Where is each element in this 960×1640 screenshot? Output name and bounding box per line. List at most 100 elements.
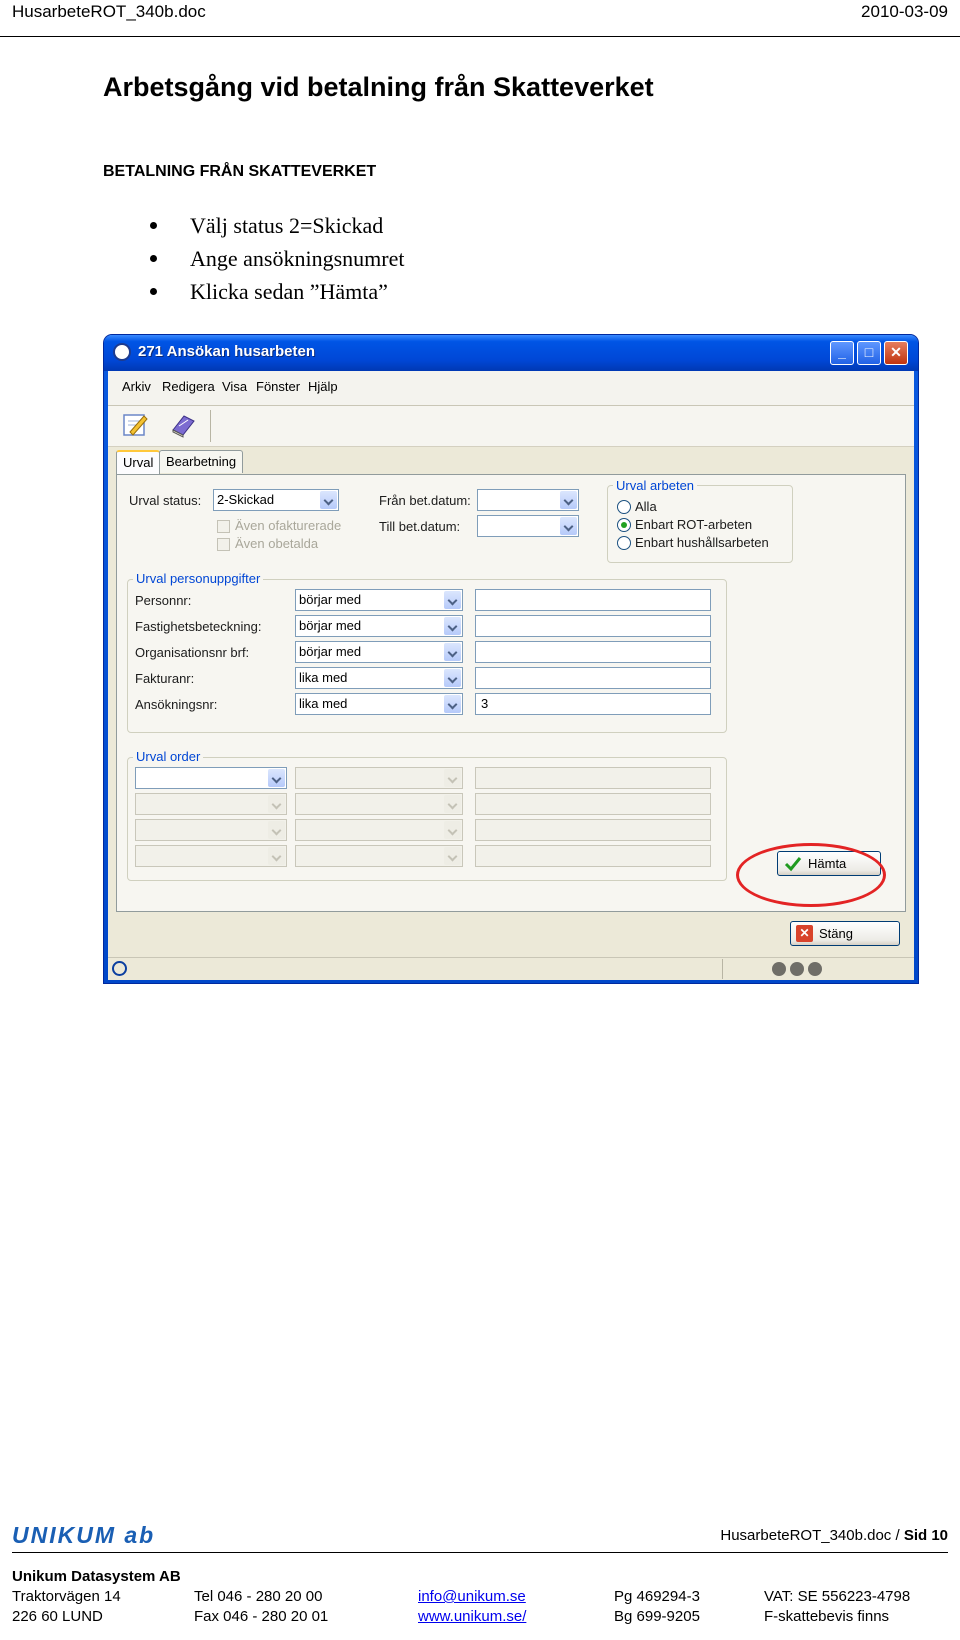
footer-rule: [12, 1552, 948, 1553]
urval-status-label: Urval status:: [129, 493, 202, 508]
footer-address2: 226 60 LUND: [12, 1608, 103, 1625]
ansokningsnr-label: Ansökningsnr:: [135, 697, 218, 712]
oafakturerade-label: Även ofakturerade: [235, 518, 342, 533]
chevron-down-icon: [444, 795, 461, 813]
radio-enbart-rot[interactable]: [617, 518, 631, 532]
order-field-select: [135, 793, 287, 815]
status-dot-icon: [790, 962, 804, 976]
ansokningsnr-input[interactable]: 3: [475, 693, 711, 715]
header-rule: [0, 36, 960, 37]
maximize-button[interactable]: □: [857, 341, 881, 365]
toolbar-separator: [210, 410, 211, 442]
urval-order-title: Urval order: [133, 749, 204, 764]
header-doc-name: HusarbeteROT_340b.doc: [12, 2, 206, 21]
highlight-ellipse: [736, 843, 886, 907]
fakturanr-input[interactable]: [475, 667, 711, 689]
obetalda-checkbox[interactable]: [217, 538, 230, 551]
unikum-logo: UNIKUM ab: [12, 1522, 156, 1548]
stang-button[interactable]: ✕ Stäng: [790, 921, 900, 946]
chevron-down-icon: [444, 643, 461, 661]
chevron-down-icon: [444, 847, 461, 865]
urval-personuppgifter-title: Urval personuppgifter: [133, 571, 264, 586]
till-bet-datum-select[interactable]: [477, 515, 579, 537]
radio-enbart-hushall[interactable]: [617, 536, 631, 550]
fakturanr-operator-select[interactable]: lika med: [295, 667, 463, 689]
chevron-down-icon: [268, 795, 285, 813]
footer-page-number: Sid 10: [903, 1527, 948, 1544]
status-bar: [108, 957, 914, 980]
chevron-down-icon: [268, 847, 285, 865]
menu-arkiv[interactable]: Arkiv: [122, 379, 151, 394]
app-window: 271 Ansökan husarbeten _ □ ✕ Arkiv Redig…: [104, 335, 918, 983]
obetalda-label: Även obetalda: [235, 536, 319, 551]
tab-bearbetning[interactable]: Bearbetning: [159, 450, 244, 473]
order-value-input: [475, 793, 711, 815]
order-field-select: [135, 819, 287, 841]
close-icon: ✕: [796, 925, 813, 942]
fran-bet-datum-select[interactable]: [477, 489, 579, 511]
footer-tel: Tel 046 - 280 20 00: [194, 1588, 323, 1605]
oafakturerade-checkbox[interactable]: [217, 520, 230, 533]
chevron-down-icon: [268, 821, 285, 839]
organisationsnr-label: Organisationsnr brf:: [135, 645, 250, 660]
urval-arbeten-title: Urval arbeten: [613, 478, 698, 493]
operator-value: börjar med: [299, 644, 362, 659]
radio-enbart-rot-label: Enbart ROT-arbeten: [635, 517, 753, 532]
fran-bet-datum-label: Från bet.datum:: [379, 493, 471, 508]
personnr-label: Personnr:: [135, 593, 192, 608]
fastighetsbeteckning-input[interactable]: [475, 615, 711, 637]
radio-alla[interactable]: [617, 500, 631, 514]
close-button[interactable]: ✕: [884, 341, 908, 365]
order-value-input: [475, 845, 711, 867]
footer-fskatt: F-skattebevis finns: [764, 1608, 890, 1625]
footer-email-link[interactable]: info@unikum.se: [418, 1588, 526, 1605]
footer-bg: Bg 699-9205: [614, 1608, 700, 1625]
menu-fonster[interactable]: Fönster: [256, 379, 300, 394]
header-date: 2010-03-09: [861, 2, 948, 21]
menu-visa[interactable]: Visa: [222, 379, 247, 394]
window-titlebar[interactable]: 271 Ansökan husarbeten _ □ ✕: [104, 335, 918, 371]
chevron-down-icon: [444, 821, 461, 839]
section-heading: BETALNING FRÅN SKATTEVERKET: [103, 163, 377, 180]
footer-doc-page: HusarbeteROT_340b.doc / Sid 10: [720, 1527, 948, 1544]
tab-urval[interactable]: Urval: [116, 450, 161, 476]
footer-company: Unikum Datasystem AB: [12, 1568, 181, 1585]
status-divider: [722, 959, 723, 979]
chevron-down-icon: [268, 769, 285, 787]
page-title: Arbetsgång vid betalning från Skatteverk…: [103, 72, 654, 102]
footer-fax: Fax 046 - 280 20 01: [194, 1608, 329, 1625]
footer-vat: VAT: SE 556223-4798: [764, 1588, 911, 1605]
chevron-down-icon: [444, 695, 461, 713]
organisationsnr-input[interactable]: [475, 641, 711, 663]
menu-hjalp[interactable]: Hjälp: [308, 379, 338, 394]
stang-label: Stäng: [819, 926, 853, 941]
radio-enbart-hushall-label: Enbart hushållsarbeten: [635, 535, 769, 550]
menu-bar: Arkiv Redigera Visa Fönster Hjälp: [108, 371, 914, 406]
order-value-input: [475, 767, 711, 789]
chevron-down-icon: [560, 517, 577, 535]
window-title: 271 Ansökan husarbeten: [138, 343, 316, 360]
footer-web-link[interactable]: www.unikum.se/: [418, 1608, 526, 1625]
order-operator-select: [295, 767, 463, 789]
personnr-input[interactable]: [475, 589, 711, 611]
minimize-button[interactable]: _: [830, 341, 854, 365]
order-operator-select: [295, 845, 463, 867]
order-field-select[interactable]: [135, 767, 287, 789]
fastighetsbeteckning-operator-select[interactable]: börjar med: [295, 615, 463, 637]
book-icon[interactable]: [168, 410, 198, 440]
personnr-operator-select[interactable]: börjar med: [295, 589, 463, 611]
footer-pg: Pg 469294-3: [614, 1588, 700, 1605]
toolbar: [108, 406, 914, 447]
operator-value: lika med: [299, 670, 348, 685]
chevron-down-icon: [444, 617, 461, 635]
window-client: Arkiv Redigera Visa Fönster Hjälp Urval …: [108, 371, 914, 980]
urval-status-select[interactable]: 2-Skickad: [213, 489, 339, 511]
chevron-down-icon: [320, 491, 337, 509]
edit-note-icon[interactable]: [120, 410, 150, 440]
chevron-down-icon: [444, 669, 461, 687]
radio-alla-label: Alla: [635, 499, 657, 514]
organisationsnr-operator-select[interactable]: börjar med: [295, 641, 463, 663]
fakturanr-label: Fakturanr:: [135, 671, 195, 686]
ansokningsnr-operator-select[interactable]: lika med: [295, 693, 463, 715]
menu-redigera[interactable]: Redigera: [162, 379, 215, 394]
